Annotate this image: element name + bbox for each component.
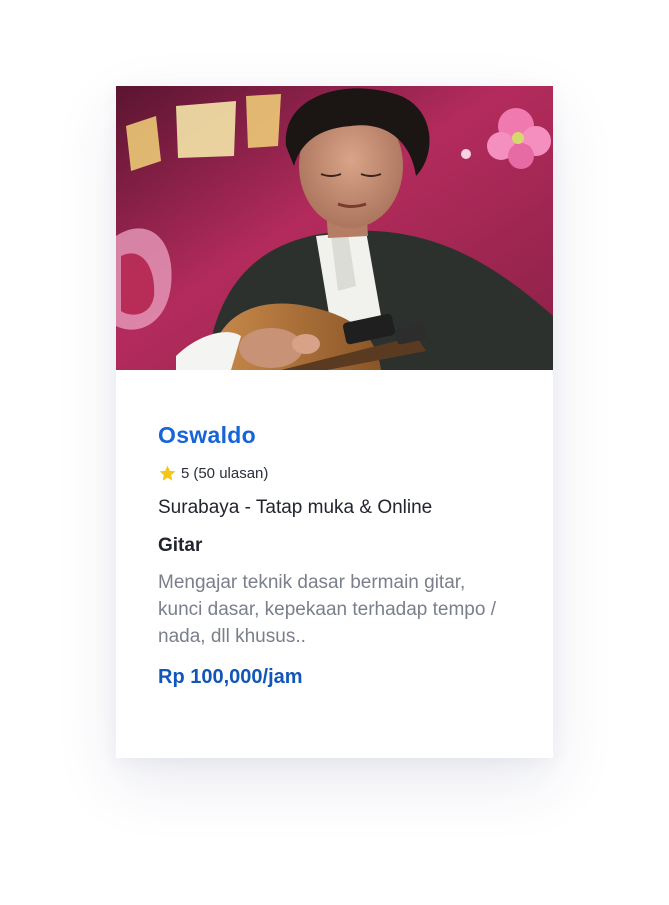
page: Oswaldo 5 (50 ulasan) Surabaya - Tatap m…: [0, 0, 669, 905]
tutor-description: Mengajar teknik dasar bermain gitar, kun…: [158, 571, 497, 647]
rating: 5 (50 ulasan): [158, 464, 511, 483]
tutor-info: Oswaldo 5 (50 ulasan) Surabaya - Tatap m…: [158, 370, 511, 689]
tutor-card[interactable]: Oswaldo 5 (50 ulasan) Surabaya - Tatap m…: [116, 86, 553, 758]
tutor-subject: Gitar: [158, 534, 203, 556]
tutor-photo[interactable]: [116, 86, 553, 370]
tutor-price: Rp 100,000/jam: [158, 665, 303, 688]
rating-score: 5: [181, 464, 190, 482]
review-count: (50 ulasan): [193, 464, 269, 482]
star-icon: [159, 465, 176, 481]
guitarist-photo-illustration: [116, 86, 553, 370]
tutor-name[interactable]: Oswaldo: [158, 422, 511, 450]
tutor-location: Surabaya - Tatap muka & Online: [158, 496, 433, 518]
